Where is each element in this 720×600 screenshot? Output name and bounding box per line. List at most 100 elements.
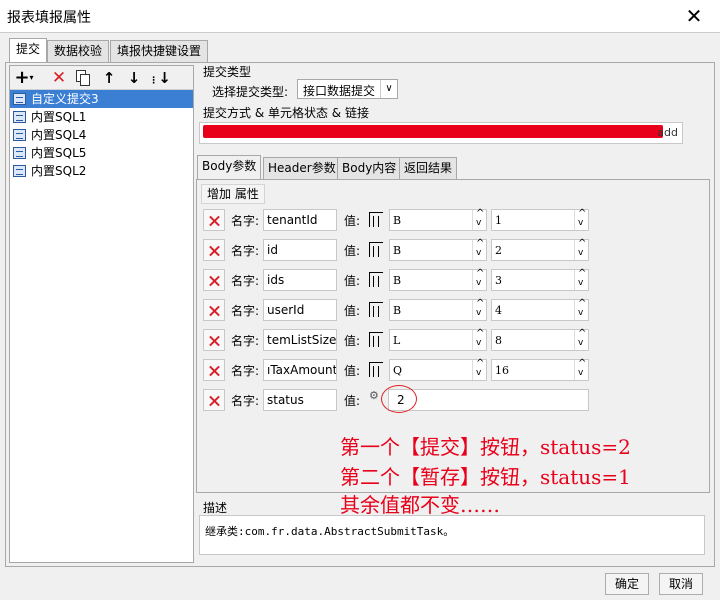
status-value-input[interactable]: 2 [388, 389, 589, 411]
tab-body-params[interactable]: Body参数 [197, 155, 262, 179]
submit-method-section-label: 提交方式 & 单元格状态 & 链接 [203, 106, 369, 120]
tree-item-label: 内置SQL2 [31, 164, 87, 178]
tab-data-validation[interactable]: 数据校验 [47, 40, 110, 62]
param-value-spinner[interactable]: 4 [491, 298, 589, 321]
tree-item[interactable]: 内置SQL2 [10, 162, 193, 180]
param-type-spinner[interactable]: B [389, 298, 487, 321]
param-value: 16 [495, 364, 509, 377]
description-text: 继承类:com.fr.data.AbstractSubmitTask。 [205, 525, 455, 538]
name-label: 名字: [231, 394, 260, 408]
spinner-arrows-icon[interactable] [472, 298, 486, 320]
add-dropdown-icon[interactable]: +▾ [13, 67, 35, 89]
spinner-arrows-icon[interactable] [574, 268, 588, 290]
tab-body-content[interactable]: Body内容 [337, 157, 402, 179]
chevron-down-icon: ∨ [380, 80, 397, 98]
param-value-spinner[interactable]: 8 [491, 328, 589, 351]
tree-item-label: 内置SQL1 [31, 110, 87, 124]
spinner-arrows-icon[interactable] [472, 328, 486, 350]
param-type-spinner[interactable]: B [389, 238, 487, 261]
tree-item[interactable]: 内置SQL4 [10, 126, 193, 144]
spinner-arrows-icon[interactable] [574, 208, 588, 230]
tab-shortcut-settings[interactable]: 填报快捷键设置 [110, 40, 209, 62]
tab-header-params[interactable]: Header参数 [263, 157, 341, 179]
param-value-spinner[interactable]: 2 [491, 238, 589, 261]
tab-submit[interactable]: 提交 [9, 38, 48, 62]
param-value-spinner[interactable]: 16 [491, 358, 589, 381]
delete-icon[interactable]: ✕ [48, 67, 70, 89]
spinner-arrows-icon[interactable] [472, 358, 486, 380]
param-type-spinner[interactable]: B [389, 268, 487, 291]
param-type: B [393, 244, 402, 257]
value-label: 值: [344, 244, 361, 258]
spinner-arrows-icon[interactable] [472, 208, 486, 230]
cancel-button[interactable]: 取消 [659, 573, 703, 595]
param-type: Q [393, 364, 403, 377]
spinner-arrows-icon[interactable] [574, 298, 588, 320]
param-type-spinner[interactable]: L [389, 328, 487, 351]
submit-type-section-label: 提交类型 [203, 65, 252, 79]
delete-row-icon[interactable] [203, 359, 225, 381]
param-type: B [393, 274, 402, 287]
highlight-circle [381, 385, 417, 413]
table-icon [13, 147, 26, 159]
param-value-spinner[interactable]: 3 [491, 268, 589, 291]
param-name-input[interactable]: id [263, 239, 337, 261]
close-icon[interactable]: ✕ [682, 4, 706, 28]
submit-list-panel: +▾ ✕ ↑ ↓ ⋮↓ 自定义提交3 内置SQL1 内置SQL4 内置SQL5 … [9, 65, 194, 563]
description-box[interactable]: 继承类:com.fr.data.AbstractSubmitTask。 [199, 515, 705, 555]
param-type-spinner[interactable]: Q [389, 358, 487, 381]
spinner-arrows-icon[interactable] [472, 268, 486, 290]
param-value-spinner[interactable]: 1 [491, 208, 589, 231]
cell-grid-icon[interactable] [369, 212, 383, 228]
cell-grid-icon[interactable] [369, 242, 383, 258]
param-name-input[interactable]: userId [263, 299, 337, 321]
spinner-arrows-icon[interactable] [472, 238, 486, 260]
name-label: 名字: [231, 214, 260, 228]
delete-row-icon[interactable] [203, 299, 225, 321]
add-property-button[interactable]: 增加 属性 [201, 184, 265, 204]
param-type: B [393, 304, 402, 317]
cell-grid-icon[interactable] [369, 302, 383, 318]
name-label: 名字: [231, 364, 260, 378]
param-row: 名字: tenantId 值: B 1 [203, 208, 703, 232]
value-label: 值: [344, 364, 361, 378]
param-name-input[interactable]: ıTaxAmount [263, 359, 337, 381]
ok-button[interactable]: 确定 [605, 573, 649, 595]
submit-tree: 自定义提交3 内置SQL1 内置SQL4 内置SQL5 内置SQL2 [10, 90, 193, 180]
delete-row-icon[interactable] [203, 389, 225, 411]
tab-return-result[interactable]: 返回结果 [399, 157, 458, 179]
tree-item[interactable]: 自定义提交3 [10, 90, 193, 108]
move-up-icon[interactable]: ↑ [98, 67, 120, 89]
tree-item[interactable]: 内置SQL1 [10, 108, 193, 126]
cell-grid-icon[interactable] [369, 272, 383, 288]
param-row-status: 名字: status 值: ⚙ 2 [203, 385, 703, 413]
delete-row-icon[interactable] [203, 269, 225, 291]
delete-row-icon[interactable] [203, 329, 225, 351]
move-bottom-icon[interactable]: ⋮↓ [149, 67, 171, 89]
list-toolbar: +▾ ✕ ↑ ↓ ⋮↓ [10, 66, 193, 90]
value-label: 值: [344, 394, 361, 408]
submit-method-url-row[interactable]: add [199, 122, 683, 144]
dialog-body: 提交 数据校验 填报快捷键设置 +▾ ✕ ↑ ↓ ⋮↓ 自定义提交3 内置SQL… [0, 32, 720, 600]
spinner-arrows-icon[interactable] [574, 358, 588, 380]
delete-row-icon[interactable] [203, 239, 225, 261]
delete-row-icon[interactable] [203, 209, 225, 231]
cell-grid-icon[interactable] [369, 332, 383, 348]
spinner-arrows-icon[interactable] [574, 328, 588, 350]
param-name-input[interactable]: status [263, 389, 337, 411]
param-name-input[interactable]: ids [263, 269, 337, 291]
param-name-input[interactable]: temListSize [263, 329, 337, 351]
param-type-spinner[interactable]: B [389, 208, 487, 231]
copy-icon[interactable] [72, 67, 94, 89]
tree-item[interactable]: 内置SQL5 [10, 144, 193, 162]
param-value: 1 [495, 214, 502, 227]
param-value: 4 [495, 304, 502, 317]
spinner-arrows-icon[interactable] [574, 238, 588, 260]
param-row: 名字: ıTaxAmount 值: Q 16 [203, 358, 703, 382]
param-name-input[interactable]: tenantId [263, 209, 337, 231]
value-label: 值: [344, 214, 361, 228]
submit-type-select[interactable]: 接口数据提交 ∨ [297, 79, 398, 99]
cell-grid-icon[interactable] [369, 362, 383, 378]
move-down-icon[interactable]: ↓ [123, 67, 145, 89]
name-label: 名字: [231, 304, 260, 318]
